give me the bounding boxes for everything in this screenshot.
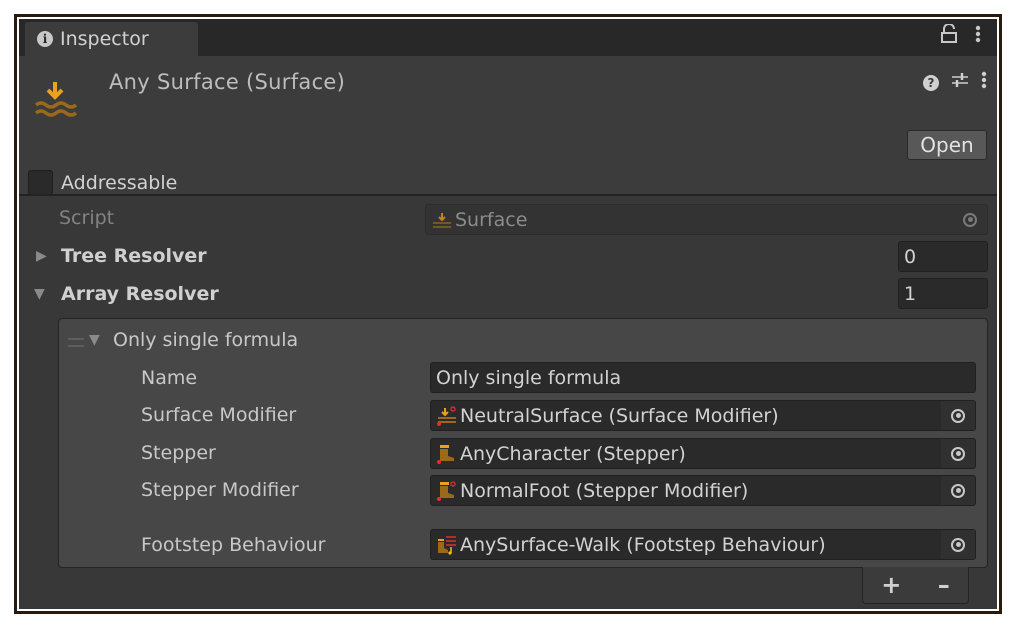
object-picker-button[interactable] [941, 476, 975, 505]
tree-resolver-label[interactable]: Tree Resolver [61, 245, 207, 267]
more-vert-icon[interactable] [975, 24, 981, 49]
name-input[interactable]: Only single formula [430, 362, 976, 393]
stepper-field[interactable]: AnyCharacter (Stepper) [430, 438, 976, 469]
more-vert-icon[interactable] [981, 70, 987, 95]
footstep-behaviour-label: Footstep Behaviour [141, 534, 326, 556]
addressable-label: Addressable [61, 172, 178, 194]
surface-modifier-field[interactable]: NeutralSurface (Surface Modifier) [430, 400, 976, 431]
tab-inspector[interactable]: i Inspector [25, 22, 198, 56]
tab-bar: i Inspector [19, 19, 997, 56]
stepper-modifier-field[interactable]: NormalFoot (Stepper Modifier) [430, 475, 976, 506]
array-resolver-size-input[interactable]: 1 [898, 278, 988, 309]
inspector-window: i Inspector Any Surface (Surface) ? Open… [19, 19, 997, 609]
tree-resolver-size-value: 0 [904, 245, 917, 268]
footstep-behaviour-value: AnySurface-Walk (Footstep Behaviour) [460, 533, 826, 556]
name-label: Name [141, 367, 198, 389]
tree-resolver-foldout-icon[interactable]: ▶ [36, 248, 47, 264]
object-picker-button[interactable] [941, 530, 975, 559]
stepper-modifier-label: Stepper Modifier [141, 479, 299, 501]
script-field: Surface [425, 204, 988, 235]
target-icon [951, 537, 965, 552]
surface-modifier-label: Surface Modifier [141, 404, 297, 426]
surface-modifier-value: NeutralSurface (Surface Modifier) [460, 404, 779, 427]
stepper-label: Stepper [141, 442, 216, 464]
surface-modifier-icon [437, 405, 456, 426]
stepper-modifier-icon [437, 480, 456, 501]
object-picker-button[interactable] [941, 439, 975, 468]
info-icon: i [37, 31, 53, 47]
object-picker-button [953, 205, 987, 234]
element-foldout-icon[interactable]: ▼ [89, 332, 100, 348]
tree-resolver-size-input[interactable]: 0 [898, 241, 988, 272]
add-element-button[interactable]: + [881, 571, 901, 599]
tab-label: Inspector [60, 28, 149, 50]
footstep-behaviour-field[interactable]: AnySurface-Walk (Footstep Behaviour) [430, 529, 976, 560]
target-icon [951, 446, 965, 461]
surface-icon [34, 82, 77, 117]
header-icons: ? [923, 70, 987, 95]
script-label: Script [59, 207, 115, 229]
remove-element-button[interactable]: – [938, 571, 950, 599]
target-icon [963, 212, 977, 227]
header-divider [19, 194, 997, 196]
stepper-icon [437, 444, 454, 464]
name-value: Only single formula [436, 366, 622, 389]
addressable-checkbox[interactable] [28, 170, 53, 195]
target-icon [951, 408, 965, 423]
object-header: Any Surface (Surface) ? Open Addressable [19, 56, 997, 195]
preset-sliders-icon[interactable] [951, 71, 969, 94]
surface-script-icon [433, 212, 451, 228]
object-picker-button[interactable] [941, 401, 975, 430]
script-value: Surface [455, 208, 528, 231]
footstep-behaviour-icon [438, 535, 456, 555]
help-icon[interactable]: ? [923, 74, 939, 91]
stepper-value: AnyCharacter (Stepper) [460, 442, 686, 465]
array-resolver-label[interactable]: Array Resolver [61, 283, 219, 305]
array-resolver-size-value: 1 [904, 282, 917, 305]
array-resolver-foldout-icon[interactable]: ▼ [34, 286, 45, 302]
open-button[interactable]: Open [907, 130, 987, 160]
object-title: Any Surface (Surface) [109, 70, 346, 94]
stepper-modifier-value: NormalFoot (Stepper Modifier) [460, 479, 749, 502]
list-footer: + – [862, 567, 969, 604]
tab-actions [941, 23, 981, 49]
drag-handle-icon[interactable] [68, 338, 84, 347]
target-icon [951, 483, 965, 498]
element-title[interactable]: Only single formula [113, 329, 298, 351]
lock-icon[interactable] [941, 23, 957, 49]
